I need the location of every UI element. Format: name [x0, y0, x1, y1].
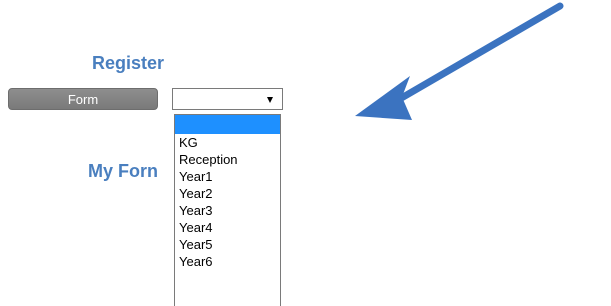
arrow-icon	[355, 2, 564, 120]
